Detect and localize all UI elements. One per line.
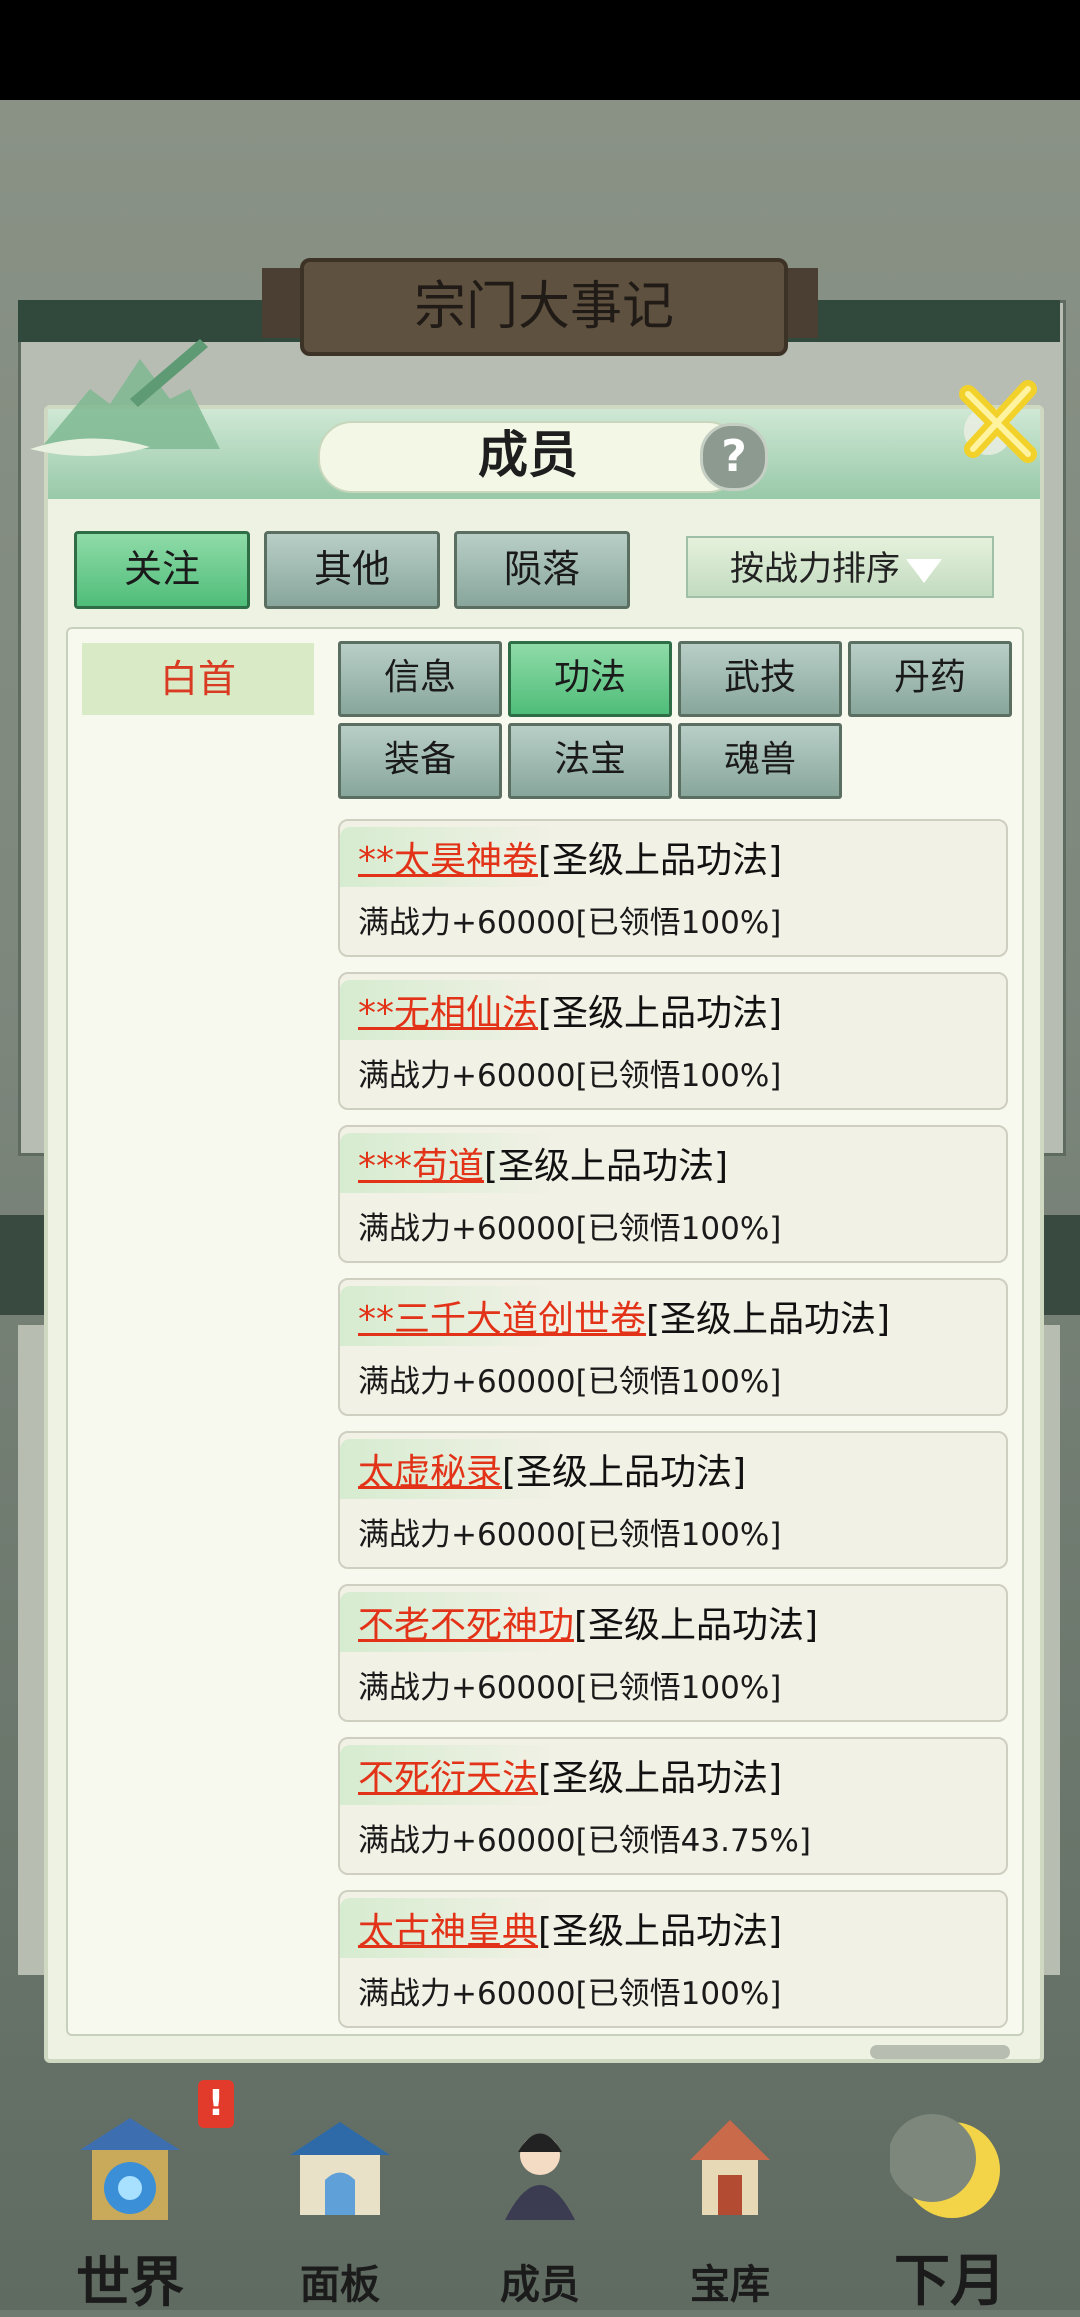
sort-label: 按战力排序 [730, 549, 900, 589]
status-bar [0, 0, 1080, 100]
sect-events-banner: 宗门大事记 [300, 258, 788, 356]
nav-label: 世界 [76, 2250, 184, 2314]
world-pagoda-icon [80, 2118, 180, 2220]
member-content-panel: 白首 信息 功法 武技 丹药 装备 法宝 魂兽 **太昊神卷[圣级上品功法] 满… [66, 627, 1024, 2036]
tab-martial-arts[interactable]: 武技 [678, 641, 842, 717]
sort-dropdown[interactable]: 按战力排序 [686, 536, 994, 598]
skill-description: 满战力+60000[已领悟100%] [358, 1517, 782, 1553]
skill-description: 满战力+60000[已领悟100%] [358, 1976, 782, 2012]
skill-grade: [圣级上品功法] [484, 1146, 729, 1187]
skill-grade: [圣级上品功法] [538, 840, 783, 881]
skill-card: ***苟道[圣级上品功法] 满战力+60000[已领悟100%] [338, 1125, 1008, 1263]
skill-description: 满战力+60000[已领悟100%] [358, 905, 782, 941]
filter-follow-button[interactable]: 关注 [74, 531, 250, 609]
bottom-nav: ! 世界 面板 成员 宝库 下月 [0, 2070, 1080, 2314]
skill-name-link[interactable]: 太虚秘录 [358, 1452, 502, 1493]
skill-card: 不死衍天法[圣级上品功法] 满战力+60000[已领悟43.75%] [338, 1737, 1008, 1875]
filter-other-button[interactable]: 其他 [264, 531, 440, 609]
skill-grade: [圣级上品功法] [538, 1911, 783, 1952]
tab-equipment[interactable]: 装备 [338, 723, 502, 799]
nav-treasury[interactable]: 宝库 [630, 2070, 830, 2310]
filter-fallen-button[interactable]: 陨落 [454, 531, 630, 609]
chevron-down-icon [906, 558, 942, 583]
nav-label: 宝库 [690, 2261, 770, 2308]
skill-name-link[interactable]: ***苟道 [358, 1146, 484, 1187]
member-list-item[interactable]: 白首 [82, 643, 314, 715]
nav-world[interactable]: ! 世界 [30, 2070, 234, 2314]
skill-description: 满战力+60000[已领悟100%] [358, 1670, 782, 1706]
skill-grade: [圣级上品功法] [538, 993, 783, 1034]
mountain-sword-icon [30, 339, 220, 457]
skill-card: 不老不死神功[圣级上品功法] 满战力+60000[已领悟100%] [338, 1584, 1008, 1722]
nav-members[interactable]: 成员 [440, 2070, 640, 2310]
skill-grade: [圣级上品功法] [502, 1452, 747, 1493]
crescent-moon-icon [890, 2114, 1000, 2218]
skill-name-link[interactable]: 不老不死神功 [358, 1605, 574, 1646]
skill-description: 满战力+60000[已领悟100%] [358, 1364, 782, 1400]
skill-name-link[interactable]: **三千大道创世卷 [358, 1299, 646, 1340]
nav-label: 成员 [500, 2261, 580, 2308]
skill-card: **无相仙法[圣级上品功法] 满战力+60000[已领悟100%] [338, 972, 1008, 1110]
close-icon[interactable] [948, 369, 1048, 469]
tab-info[interactable]: 信息 [338, 641, 502, 717]
nav-label: 面板 [300, 2261, 380, 2308]
skill-name-link[interactable]: 太古神皇典 [358, 1911, 538, 1952]
tab-skills[interactable]: 功法 [508, 641, 672, 717]
member-portrait-icon [505, 2133, 575, 2220]
skill-name-link[interactable]: **无相仙法 [358, 993, 538, 1034]
notification-badge: ! [198, 2080, 234, 2128]
nav-next-month[interactable]: 下月 [850, 2070, 1050, 2314]
skill-card: **太昊神卷[圣级上品功法] 满战力+60000[已领悟100%] [338, 819, 1008, 957]
skill-name-link[interactable]: 不死衍天法 [358, 1758, 538, 1799]
skill-grade: [圣级上品功法] [646, 1299, 891, 1340]
dialog-scroll-handle[interactable] [870, 2045, 1010, 2059]
tab-treasures[interactable]: 法宝 [508, 723, 672, 799]
skill-description: 满战力+60000[已领悟43.75%] [358, 1823, 811, 1859]
treasury-tower-icon [690, 2120, 770, 2215]
nav-panel[interactable]: 面板 [240, 2070, 440, 2310]
skill-card: **三千大道创世卷[圣级上品功法] 满战力+60000[已领悟100%] [338, 1278, 1008, 1416]
tab-pills[interactable]: 丹药 [848, 641, 1012, 717]
skill-card: 太古神皇典[圣级上品功法] 满战力+60000[已领悟100%] [338, 1890, 1008, 2028]
skill-description: 满战力+60000[已领悟100%] [358, 1211, 782, 1247]
nav-label: 下月 [894, 2248, 1006, 2314]
tab-beasts[interactable]: 魂兽 [678, 723, 842, 799]
dialog-title: 成员 [478, 426, 578, 484]
banner-left-ornament [262, 268, 302, 338]
skill-grade: [圣级上品功法] [574, 1605, 819, 1646]
member-dialog: 成员 ? 关注 其他 陨落 按战力排序 白首 信息 功法 武技 丹药 装备 法宝… [30, 339, 1044, 2063]
skill-card: 太虚秘录[圣级上品功法] 满战力+60000[已领悟100%] [338, 1431, 1008, 1569]
panel-gate-icon [290, 2122, 390, 2215]
help-button[interactable]: ? [700, 423, 768, 491]
skill-name-link[interactable]: **太昊神卷 [358, 840, 538, 881]
skill-description: 满战力+60000[已领悟100%] [358, 1058, 782, 1094]
skill-grade: [圣级上品功法] [538, 1758, 783, 1799]
